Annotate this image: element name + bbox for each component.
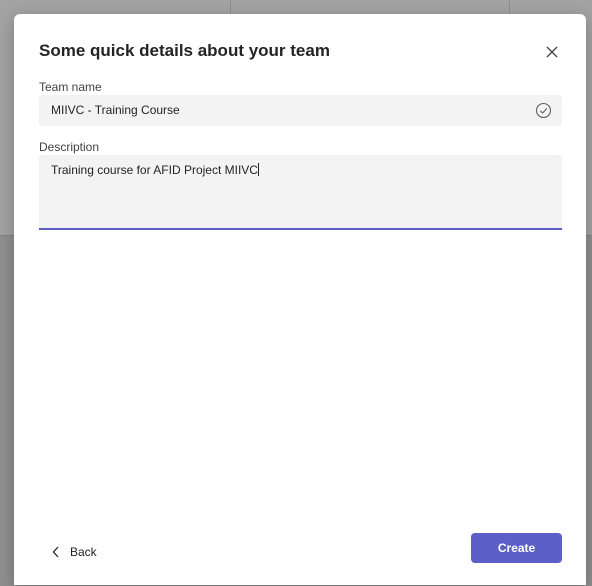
dialog-title: Some quick details about your team bbox=[39, 41, 330, 60]
chevron-left-icon bbox=[52, 546, 59, 558]
team-name-label: Team name bbox=[39, 80, 102, 94]
close-icon bbox=[546, 46, 558, 58]
close-button[interactable] bbox=[540, 40, 564, 64]
checkmark-circle-icon bbox=[535, 102, 552, 119]
description-textarea[interactable]: Training course for AFID Project MIIVC bbox=[39, 155, 562, 230]
back-label: Back bbox=[70, 545, 97, 559]
text-cursor bbox=[257, 163, 259, 176]
create-team-dialog: Some quick details about your team Team … bbox=[14, 14, 586, 585]
team-name-input[interactable]: MIIVC - Training Course bbox=[39, 95, 562, 126]
back-button[interactable]: Back bbox=[52, 537, 97, 567]
description-text: Training course for AFID Project MIIVC bbox=[51, 163, 258, 177]
create-button[interactable]: Create bbox=[471, 533, 562, 563]
description-label: Description bbox=[39, 140, 100, 154]
